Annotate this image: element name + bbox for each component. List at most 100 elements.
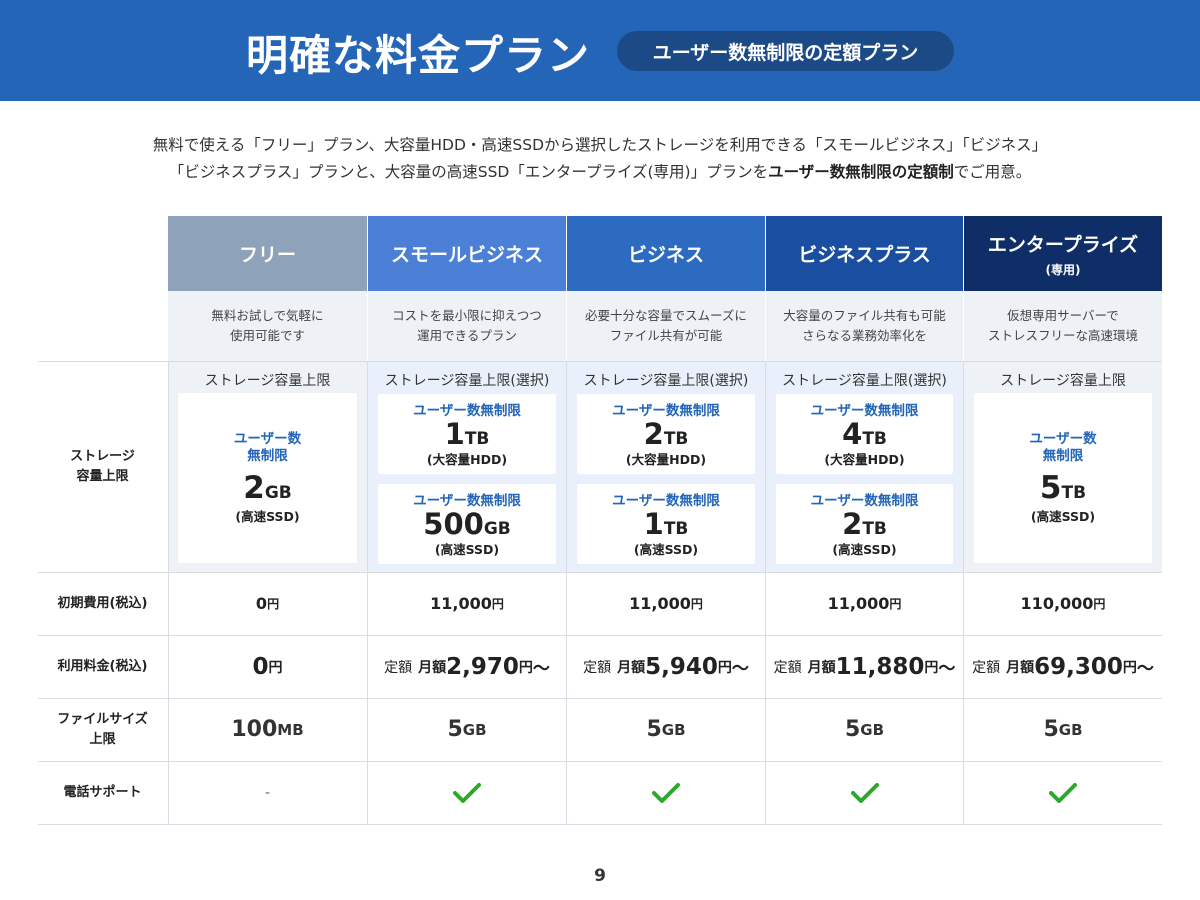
table-divider — [38, 635, 1162, 636]
table-column-divider — [765, 361, 766, 824]
tilde-suffix: 〜 — [938, 659, 956, 679]
unlimited-users-label: ユーザー数 無制限 — [1029, 431, 1097, 464]
row-label-usage-fee: 利用料金(税込) — [57, 658, 148, 674]
initial-fee-value: 11,000 — [629, 594, 691, 613]
file-size-value: 5 — [844, 717, 861, 742]
file-size-small_business: 5 GB — [368, 698, 566, 761]
table-column-divider — [963, 361, 964, 824]
storage-box: ユーザー数 無制限 2GB (高速SSD) — [178, 393, 357, 563]
storage-type: (高速SSD) — [832, 542, 897, 557]
header-pill-badge: ユーザー数無制限の定額プラン — [617, 31, 954, 71]
intro-line-1: 無料で使える「フリー」プラン、大容量HDD・高速SSDから選択したストレージを利… — [152, 136, 1048, 154]
table-divider — [38, 361, 1162, 362]
storage-caption: ストレージ容量上限(選択) — [583, 373, 749, 389]
usage-fee-value: 5,940 — [645, 653, 718, 680]
check-icon — [850, 781, 880, 805]
table-column-divider — [367, 361, 368, 824]
storage-amount: 4TB — [776, 420, 953, 449]
initial-fee-value: 110,000 — [1020, 594, 1094, 613]
plan-header-business_plus: ビジネスプラス — [766, 216, 963, 291]
yen-unit: 円 — [491, 597, 504, 611]
storage-amount-unit: TB — [862, 519, 887, 539]
page-number: 9 — [594, 866, 606, 886]
monthly-label: 月額 — [617, 659, 646, 676]
check-icon — [1048, 781, 1078, 805]
storage-type: (高速SSD) — [434, 542, 500, 557]
tilde-suffix: 〜 — [532, 659, 550, 679]
initial-fee-business_plus: 11,000 円 — [766, 572, 963, 635]
plan-description-free: 無料お試しで気軽に 使用可能です — [168, 291, 367, 361]
phone-support-small_business — [368, 761, 566, 824]
initial-fee-small_business: 11,000 円 — [368, 572, 566, 635]
plan-header-enterprise: エンタープライズ (専用) — [964, 216, 1162, 291]
unlimited-users-label: ユーザー数無制限 — [612, 493, 720, 509]
storage-box-option-2: ユーザー数無制限 1TB (高速SSD) — [577, 484, 755, 564]
storage-amount-unit: TB — [464, 429, 490, 449]
file-size-unit: GB — [860, 720, 885, 739]
usage-fee-value: 2,970 — [446, 653, 519, 680]
initial-fee-business: 11,000 円 — [567, 572, 765, 635]
row-label-storage: ストレージ 容量上限 — [70, 448, 135, 484]
storage-amount-unit: GB — [264, 483, 292, 503]
phone-support-enterprise — [964, 761, 1162, 824]
yen-unit: 円 — [1122, 659, 1137, 676]
usage-fee-value: 11,880 — [835, 653, 925, 680]
page-title: 明確な料金プラン — [246, 31, 591, 80]
unlimited-users-label: ユーザー数無制限 — [612, 403, 720, 419]
storage-amount-value: 2 — [243, 470, 265, 506]
storage-cell-small_business: ストレージ容量上限(選択) ユーザー数無制限 1TB (大容量HDD) ユーザー数無制限… — [368, 361, 566, 572]
fixed-rate-label: 定額 — [583, 659, 612, 676]
initial-fee-value: 11,000 — [827, 594, 890, 613]
usage-fee-enterprise: 定額 月額 69,300 円〜 — [964, 635, 1162, 698]
phone-support-business — [567, 761, 765, 824]
monthly-label: 月額 — [807, 659, 836, 676]
storage-box: ユーザー数 無制限 5TB (高速SSD) — [974, 393, 1152, 563]
storage-box-option-2: ユーザー数無制限 500GB (高速SSD) — [378, 484, 556, 564]
storage-caption: ストレージ容量上限(選択) — [782, 373, 947, 389]
fixed-rate-label: 定額 — [384, 659, 413, 676]
file-size-value: 5 — [1043, 717, 1059, 742]
storage-amount: 1TB — [378, 420, 556, 449]
storage-amount-value: 2 — [643, 417, 664, 451]
storage-box-option-1: ユーザー数無制限 4TB (大容量HDD) — [776, 394, 953, 474]
plan-description-small_business: コストを最小限に抑えつつ 運用できるプラン — [368, 291, 566, 361]
row-label-initial-fee: 初期費用(税込) — [57, 595, 148, 611]
file-size-unit: MB — [277, 720, 304, 739]
plan-name: ビジネスプラス — [798, 244, 931, 266]
storage-amount: 2GB — [178, 473, 357, 504]
intro-emphasis: ユーザー数無制限の定額制 — [768, 163, 954, 181]
usage-fee-business: 定額 月額 5,940 円〜 — [567, 635, 765, 698]
storage-amount: 5TB — [974, 473, 1152, 504]
usage-fee-value: 0 — [252, 653, 269, 680]
plan-name: スモールビジネス — [390, 244, 543, 266]
storage-amount-value: 1 — [444, 417, 465, 451]
no-support-dash: - — [264, 784, 271, 801]
table-column-divider — [168, 361, 169, 824]
file-size-business_plus: 5 GB — [766, 698, 963, 761]
storage-amount-unit: TB — [1061, 483, 1087, 503]
storage-box-option-1: ユーザー数無制限 1TB (大容量HDD) — [378, 394, 556, 474]
storage-amount-unit: TB — [862, 429, 887, 449]
storage-caption: ストレージ容量上限 — [1000, 373, 1126, 389]
storage-amount: 1TB — [577, 510, 755, 539]
fixed-rate-label: 定額 — [972, 659, 1001, 676]
yen-unit: 円 — [889, 597, 902, 611]
monthly-label: 月額 — [1006, 659, 1035, 676]
table-column-divider — [566, 361, 567, 824]
unlimited-users-label: ユーザー数無制限 — [413, 403, 521, 419]
yen-unit: 円 — [690, 597, 703, 611]
initial-fee-enterprise: 110,000 円 — [964, 572, 1162, 635]
file-size-value: 100 — [231, 717, 278, 742]
storage-caption: ストレージ容量上限(選択) — [384, 373, 550, 389]
yen-unit: 円 — [924, 659, 939, 676]
storage-amount: 2TB — [577, 420, 755, 449]
plan-sub-label: (専用) — [1045, 262, 1081, 277]
storage-type: (高速SSD) — [235, 509, 300, 524]
storage-type: (高速SSD) — [1030, 509, 1096, 524]
storage-box-option-1: ユーザー数無制限 2TB (大容量HDD) — [577, 394, 755, 474]
storage-cell-enterprise: ストレージ容量上限ユーザー数 無制限 5TB (高速SSD) — [964, 361, 1162, 572]
initial-fee-value: 11,000 — [430, 594, 492, 613]
storage-amount-unit: TB — [663, 429, 689, 449]
monthly-label: 月額 — [418, 659, 447, 676]
storage-amount-value: 5 — [1039, 470, 1062, 506]
